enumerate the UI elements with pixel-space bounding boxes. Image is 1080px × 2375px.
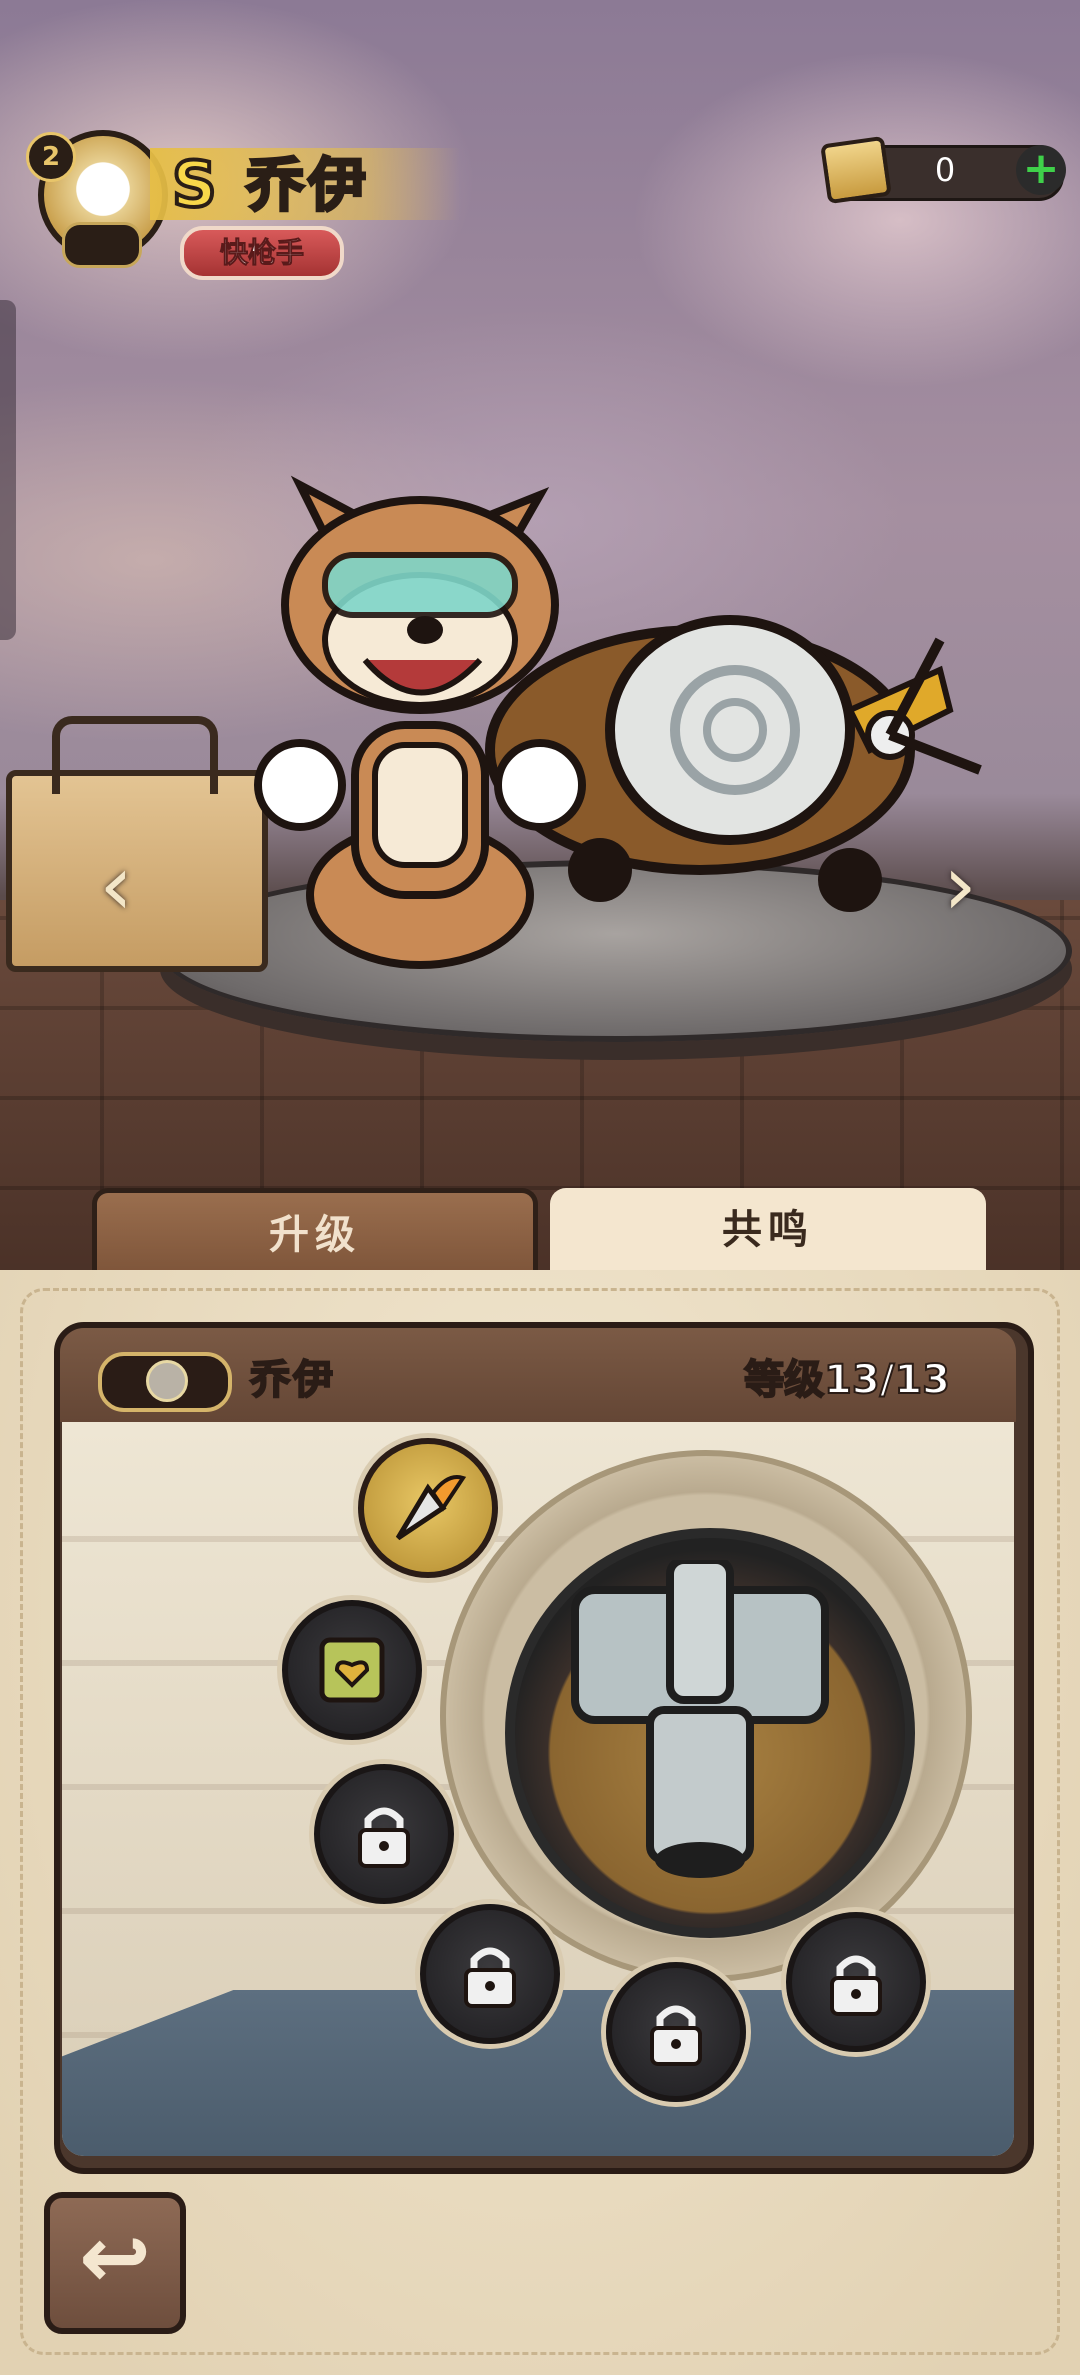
resonance-node-6[interactable] bbox=[786, 1912, 926, 2052]
hero-character bbox=[254, 475, 586, 969]
hero-rank: S bbox=[170, 148, 219, 222]
resonance-node-1[interactable] bbox=[358, 1438, 498, 1578]
resonance-node-4[interactable] bbox=[420, 1904, 560, 2044]
lock-icon bbox=[650, 2005, 702, 2066]
add-currency-button[interactable]: + bbox=[1016, 145, 1066, 195]
fire-drill-icon bbox=[395, 1475, 467, 1541]
hero-role-badge: 快枪手 bbox=[180, 226, 344, 280]
side-handle[interactable] bbox=[0, 300, 16, 640]
buff-icon bbox=[319, 1637, 385, 1703]
card-hero-name: 乔伊 bbox=[249, 1356, 336, 1404]
skull-emblem-icon bbox=[62, 222, 142, 268]
back-button[interactable]: ↩ bbox=[44, 2192, 186, 2334]
resonance-node-3[interactable] bbox=[314, 1764, 454, 1904]
next-hero-button[interactable]: › bbox=[930, 840, 990, 930]
lock-icon bbox=[358, 1807, 410, 1868]
ticket-icon bbox=[820, 135, 892, 205]
card-level: 等级13/13 bbox=[743, 1356, 951, 1404]
lock-icon bbox=[830, 1955, 882, 2016]
tab-resonance[interactable]: 共鸣 bbox=[550, 1188, 986, 1272]
wind-up-key-icon bbox=[571, 1560, 829, 1878]
tab-upgrade[interactable]: 升级 bbox=[92, 1188, 538, 1277]
resonance-node-5[interactable] bbox=[606, 1962, 746, 2102]
currency-value: 0 bbox=[934, 151, 956, 189]
resonance-node-2[interactable] bbox=[282, 1600, 422, 1740]
prev-hero-button[interactable]: ‹ bbox=[86, 840, 146, 930]
lock-icon bbox=[464, 1947, 516, 2008]
skull-wings-icon bbox=[98, 1352, 232, 1412]
hero-name: 乔伊 bbox=[244, 150, 371, 221]
avatar-level-badge: 2 bbox=[26, 132, 76, 182]
